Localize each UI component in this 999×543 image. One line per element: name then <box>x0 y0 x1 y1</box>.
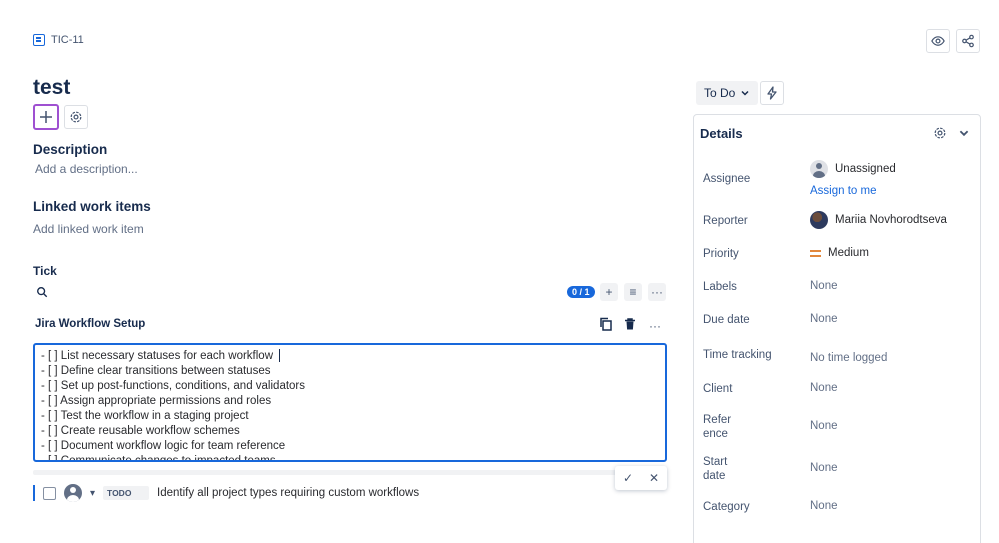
category-label: Category <box>703 501 750 513</box>
reporter-label: Reporter <box>703 215 748 227</box>
checklist-item-row[interactable]: ▾ TODO Identify all project types requir… <box>33 484 419 502</box>
delete-button[interactable] <box>623 317 637 336</box>
confirm-button[interactable]: ✓ <box>615 466 641 490</box>
issue-title[interactable]: test <box>33 76 70 100</box>
reporter-avatar <box>810 211 828 229</box>
add-linked-item-link[interactable]: Add linked work item <box>33 222 144 236</box>
reference-label-line-1: Refer <box>703 414 732 426</box>
filter-button[interactable]: ≡ <box>624 283 642 301</box>
assign-to-me-link[interactable]: Assign to me <box>810 185 876 197</box>
tick-heading: Tick <box>33 264 57 278</box>
editor-line-2: - [ ] Define clear transitions between s… <box>41 365 271 377</box>
progress-count-badge: 0 / 1 <box>567 286 595 298</box>
apps-button[interactable] <box>64 105 88 129</box>
labels-value[interactable]: None <box>810 280 838 292</box>
checklist-more-button[interactable]: ··· <box>646 317 664 335</box>
copy-icon <box>600 317 612 331</box>
work-item-icon <box>33 34 45 46</box>
chevron-down-icon[interactable]: ▾ <box>90 488 95 499</box>
priority-field[interactable]: Medium <box>810 247 869 259</box>
editor-line-6: - [ ] Create reusable workflow schemes <box>41 425 240 437</box>
text-caret <box>279 349 281 363</box>
chevron-down-icon <box>959 130 969 137</box>
status-lozenge[interactable]: TODO <box>103 486 150 500</box>
time-tracking-value[interactable]: No time logged <box>810 352 887 364</box>
assignee-label: Assignee <box>703 173 751 185</box>
priority-label: Priority <box>703 248 739 260</box>
checklist-title[interactable]: Jira Workflow Setup <box>35 318 145 330</box>
editor-actions: ✓ ✕ <box>615 466 667 490</box>
editor-line-7: - [ ] Document workflow logic for team r… <box>41 440 286 452</box>
editor-line-5: - [ ] Test the workflow in a staging pro… <box>41 410 249 422</box>
share-icon <box>962 34 974 48</box>
editor-line-3: - [ ] Set up post-functions, conditions,… <box>41 380 306 392</box>
priority-medium-icon <box>810 249 821 257</box>
start-date-label-line-1: Start <box>703 456 728 468</box>
copy-button[interactable] <box>599 317 613 336</box>
reporter-field[interactable]: Mariia Novhorodtseva <box>810 211 947 229</box>
eye-icon <box>931 36 945 46</box>
collapse-details-button[interactable] <box>958 126 970 144</box>
add-checklist-button[interactable]: + <box>600 283 618 301</box>
reporter-value: Mariia Novhorodtseva <box>835 214 947 226</box>
lightning-icon <box>767 86 777 100</box>
labels-label: Labels <box>703 281 737 293</box>
due-date-value[interactable]: None <box>810 313 838 325</box>
assignee-field[interactable]: Unassigned <box>810 160 896 178</box>
trash-icon <box>625 318 635 330</box>
cancel-button[interactable]: ✕ <box>641 466 667 490</box>
client-value[interactable]: None <box>810 382 838 394</box>
issue-key-link[interactable]: TIC-11 <box>33 34 84 46</box>
reference-value[interactable]: None <box>810 420 838 432</box>
editor-line-8: - [ ] Communicate changes to impacted te… <box>41 455 276 462</box>
status-dropdown[interactable]: To Do <box>696 81 759 105</box>
drag-handle[interactable] <box>33 485 35 501</box>
reference-label-line-2: ence <box>703 428 728 440</box>
search-icon[interactable] <box>36 285 48 303</box>
reference-label: Refer ence <box>703 413 743 441</box>
linked-items-heading: Linked work items <box>33 199 151 214</box>
item-checkbox[interactable] <box>43 486 56 500</box>
share-button[interactable] <box>956 29 980 53</box>
details-settings-button[interactable] <box>933 126 947 145</box>
start-date-label: Start date <box>703 455 743 483</box>
watch-button[interactable] <box>926 29 950 53</box>
gear-icon <box>934 127 946 139</box>
gear-icon <box>70 111 82 123</box>
details-heading[interactable]: Details <box>700 126 743 141</box>
description-heading: Description <box>33 142 108 157</box>
unassigned-avatar-icon <box>810 160 828 178</box>
more-options-button[interactable]: ··· <box>648 283 666 301</box>
automation-button[interactable] <box>760 81 784 105</box>
description-placeholder[interactable]: Add a description... <box>35 162 138 176</box>
priority-value: Medium <box>828 247 869 259</box>
assignee-value: Unassigned <box>835 163 896 175</box>
add-button[interactable] <box>33 104 59 130</box>
category-value[interactable]: None <box>810 500 838 512</box>
status-label: To Do <box>704 86 736 100</box>
item-text[interactable]: Identify all project types requiring cus… <box>157 487 419 499</box>
editor-line-4: - [ ] Assign appropriate permissions and… <box>41 395 272 407</box>
chevron-down-icon <box>741 90 749 96</box>
time-tracking-label: Time tracking <box>703 349 772 361</box>
client-label: Client <box>703 383 733 395</box>
due-date-label: Due date <box>703 314 750 326</box>
start-date-label-line-2: date <box>703 470 726 482</box>
horizontal-scrollbar[interactable] <box>33 470 643 475</box>
checklist-editor[interactable]: - [ ] List necessary statuses for each w… <box>33 343 667 462</box>
start-date-value[interactable]: None <box>810 462 838 474</box>
editor-line-1: - [ ] List necessary statuses for each w… <box>41 349 659 364</box>
assignee-avatar[interactable] <box>64 484 82 502</box>
plus-icon <box>40 111 52 123</box>
issue-key-text: TIC-11 <box>51 34 84 46</box>
